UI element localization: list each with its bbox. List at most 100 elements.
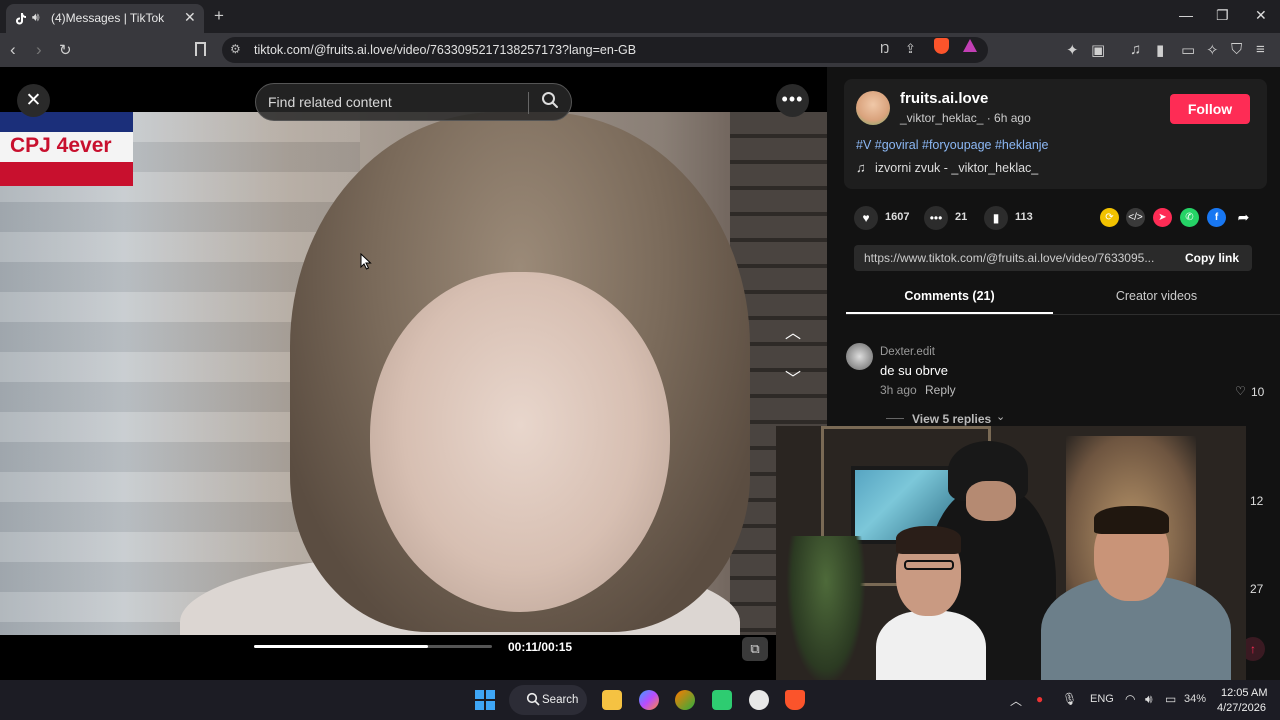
webcam-person-hooded-face <box>966 481 1016 521</box>
embed-icon[interactable]: </> <box>1126 208 1145 227</box>
screenshot-icon[interactable]: ▣ <box>1091 41 1105 59</box>
tab-creator-videos[interactable]: Creator videos <box>1053 289 1260 315</box>
video-frame[interactable]: CPJ 4ever <box>0 112 827 635</box>
browser-tab[interactable]: 🔊︎ (4)Messages | TikTok ✕ <box>6 4 204 33</box>
view-replies-button[interactable]: View 5 replies <box>912 412 991 426</box>
copilot-icon[interactable] <box>639 690 659 710</box>
url-text[interactable]: tiktok.com/@fruits.ai.love/video/7633095… <box>254 43 636 57</box>
progress-bar[interactable] <box>254 645 492 648</box>
site-settings-icon[interactable]: ⚙︎ <box>230 42 241 56</box>
start-tile <box>475 701 484 710</box>
clock-time[interactable]: 12:05 AM <box>1221 687 1267 699</box>
heart-icon[interactable]: ♥ <box>854 206 878 230</box>
reload-icon[interactable]: ↻ <box>59 41 72 59</box>
like-count: 1607 <box>885 211 910 223</box>
volume-icon[interactable]: 🔊︎ <box>1145 692 1153 707</box>
whatsapp-icon[interactable]: ✆ <box>1180 208 1199 227</box>
brave-rewards-icon[interactable] <box>963 39 977 52</box>
webcam-plant <box>786 536 866 686</box>
wallet-icon[interactable]: ▭ <box>1181 41 1195 59</box>
webcam-person-right-hair <box>1094 506 1169 534</box>
comment-icon[interactable]: ••• <box>924 206 948 230</box>
forward-icon[interactable]: › <box>36 40 42 60</box>
new-tab-icon[interactable]: + <box>214 6 224 26</box>
leo-ai-icon[interactable]: ✧ <box>1206 41 1219 59</box>
search-icon[interactable] <box>541 91 559 109</box>
start-tile <box>486 701 495 710</box>
tray-app-icon[interactable]: ● <box>1036 692 1043 706</box>
search-icon <box>526 692 540 706</box>
comment-text: de su obrve <box>880 363 948 378</box>
start-tile <box>486 690 495 699</box>
back-icon[interactable]: ‹ <box>10 40 16 60</box>
video-player: CPJ 4ever ✕ Find related content ••• ︿ ﹀… <box>0 67 827 680</box>
author-avatar[interactable] <box>856 91 890 125</box>
wifi-icon[interactable]: ◠ <box>1125 692 1135 706</box>
picture-in-picture-icon[interactable]: ⧉ <box>742 637 768 661</box>
more-options-button[interactable]: ••• <box>776 84 809 117</box>
bookmark-icon[interactable] <box>195 42 206 56</box>
address-bar[interactable]: ⚙︎ tiktok.com/@fruits.ai.love/video/7633… <box>222 37 988 63</box>
share-page-icon[interactable]: ⇪ <box>905 41 916 57</box>
comment-count: 21 <box>955 211 968 223</box>
previous-video-icon[interactable]: ︿ <box>781 319 805 343</box>
obs-icon[interactable] <box>749 690 769 710</box>
tab-close-icon[interactable]: ✕ <box>184 9 196 26</box>
bookmark-save-icon[interactable]: ▮ <box>984 206 1008 230</box>
tab-divider <box>846 314 1280 315</box>
facebook-icon[interactable]: f <box>1207 208 1226 227</box>
window-close-icon[interactable]: ✕ <box>1255 7 1267 24</box>
microphone-icon[interactable]: 🎙︎ <box>1062 692 1077 706</box>
music-link[interactable]: izvorni zvuk - _viktor_heklac_ <box>875 161 1038 175</box>
follow-button[interactable]: Follow <box>1170 94 1250 124</box>
media-app-icon[interactable] <box>712 690 732 710</box>
comment-time: 3h ago <box>880 383 917 397</box>
browser-tab-bar: 🔊︎ (4)Messages | TikTok ✕ + — ❐ ✕ <box>0 0 1280 33</box>
minimize-icon[interactable]: — <box>1179 7 1193 23</box>
maximize-icon[interactable]: ❐ <box>1216 7 1229 24</box>
close-video-button[interactable]: ✕ <box>17 84 50 117</box>
next-video-icon[interactable]: ﹀ <box>781 365 805 389</box>
author-name[interactable]: fruits.ai.love <box>900 90 988 107</box>
menu-icon[interactable]: ≡ <box>1256 41 1265 58</box>
tray-overflow-icon[interactable]: ︿ <box>1010 692 1022 709</box>
brave-browser-icon[interactable] <box>785 690 805 710</box>
fl-studio-icon[interactable] <box>675 690 695 710</box>
send-to-friends-icon[interactable]: ➤ <box>1153 208 1172 227</box>
chevron-down-icon[interactable]: ⌄ <box>996 410 1005 423</box>
comment-like-count: 27 <box>1250 582 1264 596</box>
taskbar-search[interactable]: Search <box>509 685 587 715</box>
watermark-text: CPJ 4ever <box>10 134 112 157</box>
sidebar-icon[interactable]: ▮ <box>1156 41 1164 59</box>
commenter-avatar[interactable] <box>846 343 873 370</box>
badge-blue-stripe <box>0 112 133 132</box>
file-explorer-icon[interactable] <box>602 690 622 710</box>
battery-icon[interactable]: ▭ <box>1165 692 1176 706</box>
windows-start-icon[interactable] <box>475 690 495 710</box>
share-arrow-icon[interactable]: ➦ <box>1234 208 1253 227</box>
copy-link-button[interactable]: Copy link <box>1172 245 1252 271</box>
extensions-icon[interactable]: ✦ <box>1066 41 1079 59</box>
comment-like-icon[interactable]: ♡ <box>1235 384 1246 398</box>
media-icon[interactable]: ♫ <box>1130 41 1141 58</box>
progress-fill <box>254 645 429 648</box>
translate-off-icon[interactable]: Ŋ <box>880 41 889 56</box>
related-search-input[interactable]: Find related content <box>268 94 392 110</box>
playback-time: 00:11/00:15 <box>508 640 573 654</box>
badge-red-stripe <box>0 162 133 186</box>
clock-date[interactable]: 4/27/2026 <box>1217 702 1266 714</box>
comment-username[interactable]: Dexter.edit <box>880 346 935 358</box>
battery-percent: 34% <box>1184 693 1207 705</box>
related-search-box[interactable]: Find related content <box>255 83 572 121</box>
search-divider <box>528 92 529 114</box>
speaker-icon[interactable]: 🔊︎ <box>32 10 40 25</box>
share-link-text[interactable]: https://www.tiktok.com/@fruits.ai.love/v… <box>864 251 1154 265</box>
repost-icon[interactable]: ⟳ <box>1100 208 1119 227</box>
language-indicator[interactable]: ENG <box>1090 693 1114 705</box>
reply-button[interactable]: Reply <box>925 383 956 397</box>
vpn-icon[interactable]: ⛉ <box>1231 41 1242 58</box>
brave-shields-icon[interactable] <box>934 38 949 54</box>
hashtags[interactable]: #V #goviral #foryoupage #heklanje <box>856 138 1049 152</box>
webcam-person-left <box>876 611 986 689</box>
tiktok-favicon-icon <box>16 13 26 25</box>
